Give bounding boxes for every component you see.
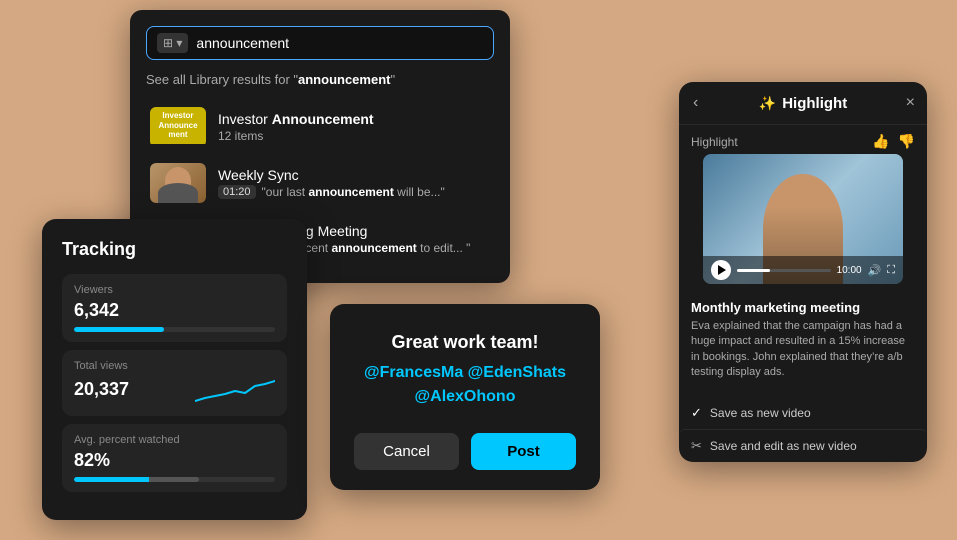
highlight-nav: ‹ [691, 92, 700, 114]
save-as-new-video-button[interactable]: ✓ Save as new video [679, 397, 927, 429]
result-title-investor: Investor Announcement [218, 111, 490, 127]
investor-thumb-image: InvestorAnnouncement [150, 107, 206, 144]
thumbdown-button[interactable]: 👎 [898, 133, 915, 150]
save-and-edit-button[interactable]: ✂ Save and edit as new video [679, 429, 927, 462]
thumb-actions: 👍 👎 [872, 133, 915, 150]
search-result-investor[interactable]: InvestorAnnouncement Investor Announceme… [146, 99, 494, 155]
stat-card-avg-watched: Avg. percent watched 82% [62, 424, 287, 492]
post-actions: Cancel Post [354, 433, 576, 470]
highlight-label: Highlight [691, 135, 738, 149]
result-thumbnail-weekly [150, 163, 206, 203]
stat-card-viewers: Viewers 6,342 [62, 274, 287, 342]
highlight-panel: ‹ ✨ Highlight × Highlight 👍 👎 [679, 82, 927, 462]
scissors-icon: ✂ [691, 438, 702, 454]
save-and-edit-label: Save and edit as new video [710, 439, 857, 453]
result-title-weekly: Weekly Sync [218, 167, 490, 183]
video-thumbnail: 10:00 🔊 ⛶ [703, 154, 903, 284]
search-hint: See all Library results for "announcemen… [146, 72, 494, 87]
video-controls: 10:00 🔊 ⛶ [703, 256, 903, 284]
tracking-panel: Tracking Viewers 6,342 Total views 20,33… [42, 219, 307, 520]
post-mentions: @FrancesMa @EdenShats@AlexOhono [354, 361, 576, 409]
timestamp-badge-weekly: 01:20 [218, 185, 256, 199]
stat-label-total-views: Total views [74, 360, 275, 372]
fullscreen-button[interactable]: ⛶ [887, 264, 895, 277]
item-count: 12 items [218, 129, 263, 143]
stat-label-avg-watched: Avg. percent watched [74, 434, 275, 446]
highlight-title: Highlight [782, 95, 847, 112]
result-info-investor: Investor Announcement 12 items [218, 111, 490, 143]
video-wrapper: 10:00 🔊 ⛶ [679, 154, 927, 292]
save-as-new-video-label: Save as new video [710, 406, 811, 420]
sparkline-chart [195, 376, 275, 406]
check-icon: ✓ [691, 405, 702, 421]
person-body [158, 183, 198, 203]
thumbup-button[interactable]: 👍 [872, 133, 889, 150]
highlight-body: Monthly marketing meeting Eva explained … [679, 292, 927, 397]
result-thumbnail-investor: InvestorAnnouncement [150, 107, 206, 147]
sparkle-icon: ✨ [759, 95, 776, 112]
stat-value-avg-watched: 82% [74, 450, 275, 471]
post-button[interactable]: Post [471, 433, 576, 470]
video-progress-bar[interactable] [737, 269, 831, 272]
viewers-bar [74, 327, 275, 332]
search-type-selector[interactable]: ⊞ ▾ [157, 33, 188, 53]
stat-value-viewers: 6,342 [74, 300, 275, 321]
person-thumb-weekly [150, 163, 206, 203]
video-progress-fill [737, 269, 770, 272]
stat-card-total-views: Total views 20,337 [62, 350, 287, 416]
highlight-header: ‹ ✨ Highlight × [679, 82, 927, 125]
viewers-bar-fill [74, 327, 164, 332]
highlight-label-row: Highlight 👍 👎 [679, 125, 927, 154]
result-sub-investor: 12 items [218, 129, 490, 143]
back-button[interactable]: ‹ [691, 92, 700, 114]
search-result-weekly[interactable]: Weekly Sync 01:20 "our last announcement… [146, 155, 494, 211]
video-description: Eva explained that the campaign has had … [691, 319, 915, 381]
volume-button[interactable]: 🔊 [868, 264, 882, 277]
tracking-title: Tracking [62, 239, 287, 260]
search-input-row: ⊞ ▾ [146, 26, 494, 60]
post-title: Great work team! [354, 332, 576, 353]
highlight-title-row: ✨ Highlight [759, 95, 847, 112]
video-title: Monthly marketing meeting [691, 300, 915, 315]
close-button[interactable]: × [906, 94, 915, 112]
stat-value-total-views: 20,337 [74, 379, 129, 400]
quote-weekly: "our last announcement will be..." [262, 185, 445, 199]
avg-watched-bar [74, 477, 275, 482]
post-panel: Great work team! @FrancesMa @EdenShats@A… [330, 304, 600, 490]
search-input[interactable] [196, 35, 483, 51]
grid-icon: ⊞ ▾ [163, 36, 182, 50]
result-sub-weekly: 01:20 "our last announcement will be..." [218, 185, 490, 199]
avg-watched-bar-fill [74, 477, 199, 482]
video-time-label: 10:00 [837, 265, 862, 276]
stat-label-viewers: Viewers [74, 284, 275, 296]
play-button[interactable] [711, 260, 731, 280]
result-info-weekly: Weekly Sync 01:20 "our last announcement… [218, 167, 490, 199]
cancel-button[interactable]: Cancel [354, 433, 459, 470]
search-query-text: announcement [298, 72, 390, 87]
play-icon [718, 265, 726, 275]
